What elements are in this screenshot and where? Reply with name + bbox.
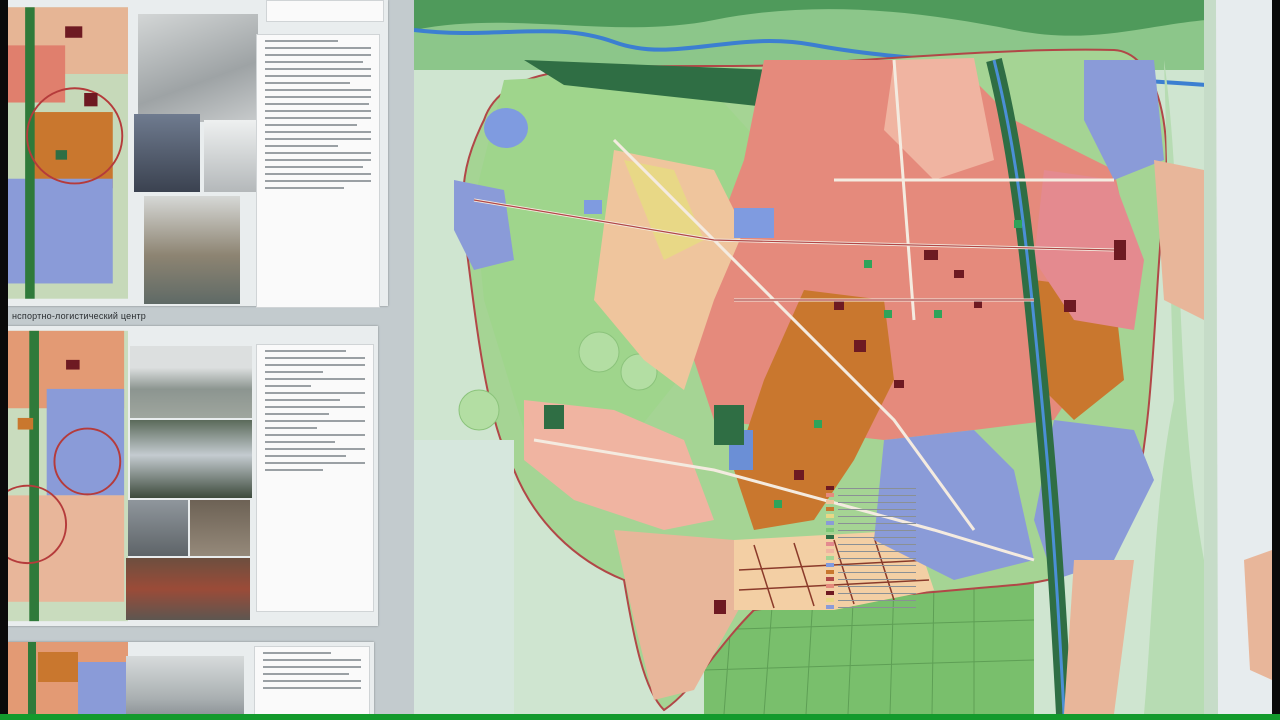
poster-top-photo-2 (134, 114, 200, 192)
poster-top (8, 0, 388, 308)
legend-row (826, 584, 916, 588)
legend-row (826, 577, 916, 581)
legend-row (826, 556, 916, 560)
legend-row (826, 563, 916, 567)
poster-top-photo-3 (204, 120, 258, 192)
right-paper-strip (1204, 0, 1272, 714)
poster-top-photo-1 (138, 14, 258, 122)
right-strip-map-fragment (1204, 0, 1272, 714)
poster-middle-photo-4 (190, 500, 250, 556)
photo-frame: нспортно-логистический центр (8, 0, 1272, 714)
section-label: нспортно-логистический центр (12, 311, 147, 321)
legend-row (826, 493, 916, 497)
map-legend (826, 468, 916, 708)
poster-middle-photo-1 (130, 346, 252, 418)
bottom-green-border (0, 714, 1280, 720)
poster-bottom-text-panel (254, 646, 370, 714)
poster-middle (8, 326, 378, 626)
poster-top-map-thumbnail (8, 7, 128, 299)
masterplan-poster (414, 0, 1272, 714)
legend-row (826, 542, 916, 546)
legend-row (826, 598, 916, 602)
poster-top-caption-box (266, 0, 384, 22)
poster-middle-map-thumbnail (8, 330, 128, 622)
poster-middle-photo-3 (128, 500, 188, 556)
legend-row (826, 528, 916, 532)
poster-middle-photo-2 (130, 420, 252, 498)
legend-row (826, 507, 916, 511)
poster-bottom-map-thumbnail (8, 642, 128, 714)
legend-row (826, 605, 916, 609)
legend-row (826, 535, 916, 539)
legend-row (826, 570, 916, 574)
poster-bottom-photo-1 (126, 656, 244, 714)
poster-middle-table-panel (256, 344, 374, 612)
legend-row (826, 500, 916, 504)
legend-row (826, 549, 916, 553)
poster-top-text-panel (256, 34, 380, 308)
poster-top-photo-4 (144, 196, 240, 304)
left-display-board: нспортно-логистический центр (8, 0, 420, 714)
poster-middle-photo-5 (126, 558, 250, 620)
legend-row (826, 591, 916, 595)
legend-row (826, 514, 916, 518)
legend-row (826, 486, 916, 490)
legend-title (826, 470, 916, 482)
legend-row (826, 521, 916, 525)
poster-bottom (8, 642, 374, 714)
